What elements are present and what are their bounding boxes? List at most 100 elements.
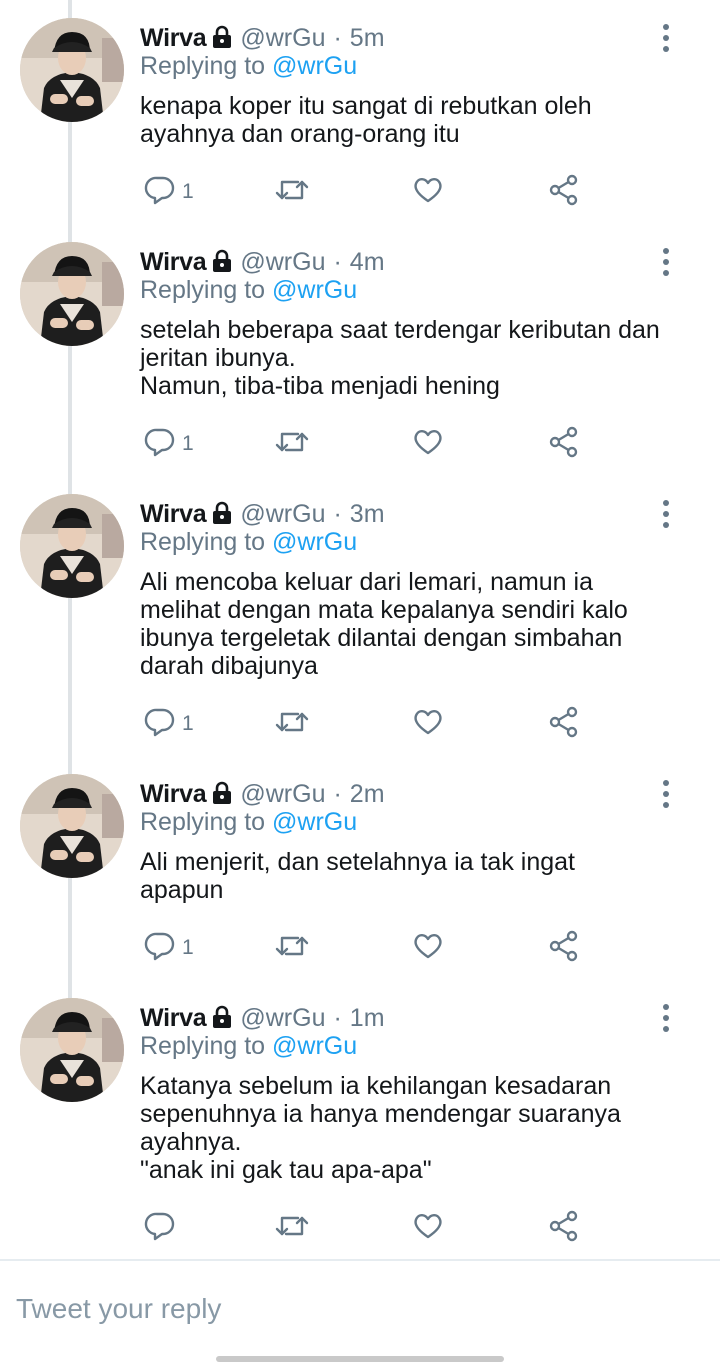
user-handle[interactable]: @wrGu <box>240 780 325 809</box>
display-name[interactable]: Wirva <box>140 24 207 53</box>
share-icon <box>548 706 580 743</box>
share-button[interactable] <box>548 424 580 464</box>
separator-dot: · <box>333 1003 342 1032</box>
reply-icon <box>144 706 176 743</box>
reply-button[interactable]: 1 <box>144 928 194 968</box>
reply-icon <box>144 426 176 463</box>
separator-dot: · <box>333 499 342 528</box>
share-icon <box>548 426 580 463</box>
share-icon <box>548 930 580 967</box>
retweet-button[interactable] <box>274 172 310 212</box>
reply-count: 1 <box>182 936 194 959</box>
lock-icon <box>212 781 232 805</box>
reply-button[interactable]: 1 <box>144 704 194 744</box>
avatar[interactable] <box>20 998 124 1102</box>
tweet-header: Wirva @wrGu · 2m <box>140 776 385 812</box>
more-options-icon[interactable] <box>656 248 676 276</box>
like-button[interactable] <box>412 928 444 968</box>
share-button[interactable] <box>548 704 580 744</box>
like-button[interactable] <box>412 1208 444 1248</box>
more-options-icon[interactable] <box>656 24 676 52</box>
replying-to: Replying to @wrGu <box>140 1032 357 1061</box>
timestamp[interactable]: 5m <box>350 24 385 53</box>
tweet-actions: 1 <box>140 928 600 968</box>
mention-link[interactable]: @wrGu <box>272 1032 357 1060</box>
replying-prefix: Replying to <box>140 1032 266 1060</box>
tweet-actions: 1 <box>140 424 600 464</box>
reply-count: 1 <box>182 432 194 455</box>
reply-count: 1 <box>182 180 194 203</box>
display-name[interactable]: Wirva <box>140 780 207 809</box>
display-name[interactable]: Wirva <box>140 248 207 277</box>
more-options-icon[interactable] <box>656 500 676 528</box>
like-button[interactable] <box>412 704 444 744</box>
reply-count: 1 <box>182 712 194 735</box>
avatar[interactable] <box>20 242 124 346</box>
tweet-actions: 1 <box>140 172 600 212</box>
tweet-actions <box>140 1208 600 1248</box>
avatar[interactable] <box>20 494 124 598</box>
timestamp[interactable]: 4m <box>350 248 385 277</box>
tweet-header: Wirva @wrGu · 3m <box>140 496 385 532</box>
display-name[interactable]: Wirva <box>140 500 207 529</box>
share-icon <box>548 174 580 211</box>
replying-to: Replying to @wrGu <box>140 52 357 81</box>
mention-link[interactable]: @wrGu <box>272 808 357 836</box>
replying-to: Replying to @wrGu <box>140 528 357 557</box>
separator-dot: · <box>333 779 342 808</box>
heart-icon <box>412 706 444 743</box>
home-indicator[interactable] <box>216 1356 504 1362</box>
separator-dot: · <box>333 23 342 52</box>
lock-icon <box>212 249 232 273</box>
reply-icon <box>144 1210 176 1247</box>
reply-composer <box>0 1261 720 1357</box>
user-handle[interactable]: @wrGu <box>240 24 325 53</box>
share-button[interactable] <box>548 1208 580 1248</box>
reply-button[interactable] <box>144 1208 182 1248</box>
replying-to: Replying to @wrGu <box>140 808 357 837</box>
retweet-icon <box>274 706 310 743</box>
share-icon <box>548 1210 580 1247</box>
share-button[interactable] <box>548 172 580 212</box>
retweet-button[interactable] <box>274 928 310 968</box>
heart-icon <box>412 426 444 463</box>
tweet-text: Ali menjerit, dan setelahnya ia tak inga… <box>140 848 575 904</box>
like-button[interactable] <box>412 424 444 464</box>
retweet-icon <box>274 426 310 463</box>
tweet-reply-input[interactable] <box>14 1283 698 1335</box>
retweet-button[interactable] <box>274 424 310 464</box>
avatar[interactable] <box>20 774 124 878</box>
user-handle[interactable]: @wrGu <box>240 1004 325 1033</box>
retweet-icon <box>274 1210 310 1247</box>
retweet-icon <box>274 174 310 211</box>
retweet-button[interactable] <box>274 1208 310 1248</box>
display-name[interactable]: Wirva <box>140 1004 207 1033</box>
user-handle[interactable]: @wrGu <box>240 500 325 529</box>
tweet-text: Ali mencoba keluar dari lemari, namun ia… <box>140 568 628 680</box>
like-button[interactable] <box>412 172 444 212</box>
retweet-icon <box>274 930 310 967</box>
share-button[interactable] <box>548 928 580 968</box>
avatar[interactable] <box>20 18 124 122</box>
lock-icon <box>212 25 232 49</box>
more-options-icon[interactable] <box>656 1004 676 1032</box>
reply-button[interactable]: 1 <box>144 172 194 212</box>
heart-icon <box>412 174 444 211</box>
reply-icon <box>144 930 176 967</box>
reply-button[interactable]: 1 <box>144 424 194 464</box>
tweet-text: kenapa koper itu sangat di rebutkan oleh… <box>140 92 592 148</box>
tweet-text: setelah beberapa saat terdengar keributa… <box>140 316 660 400</box>
replying-prefix: Replying to <box>140 276 266 304</box>
timestamp[interactable]: 1m <box>350 1004 385 1033</box>
mention-link[interactable]: @wrGu <box>272 276 357 304</box>
tweet-actions: 1 <box>140 704 600 744</box>
user-handle[interactable]: @wrGu <box>240 248 325 277</box>
mention-link[interactable]: @wrGu <box>272 528 357 556</box>
timestamp[interactable]: 2m <box>350 780 385 809</box>
more-options-icon[interactable] <box>656 780 676 808</box>
timestamp[interactable]: 3m <box>350 500 385 529</box>
retweet-button[interactable] <box>274 704 310 744</box>
replying-prefix: Replying to <box>140 528 266 556</box>
mention-link[interactable]: @wrGu <box>272 52 357 80</box>
replying-to: Replying to @wrGu <box>140 276 357 305</box>
